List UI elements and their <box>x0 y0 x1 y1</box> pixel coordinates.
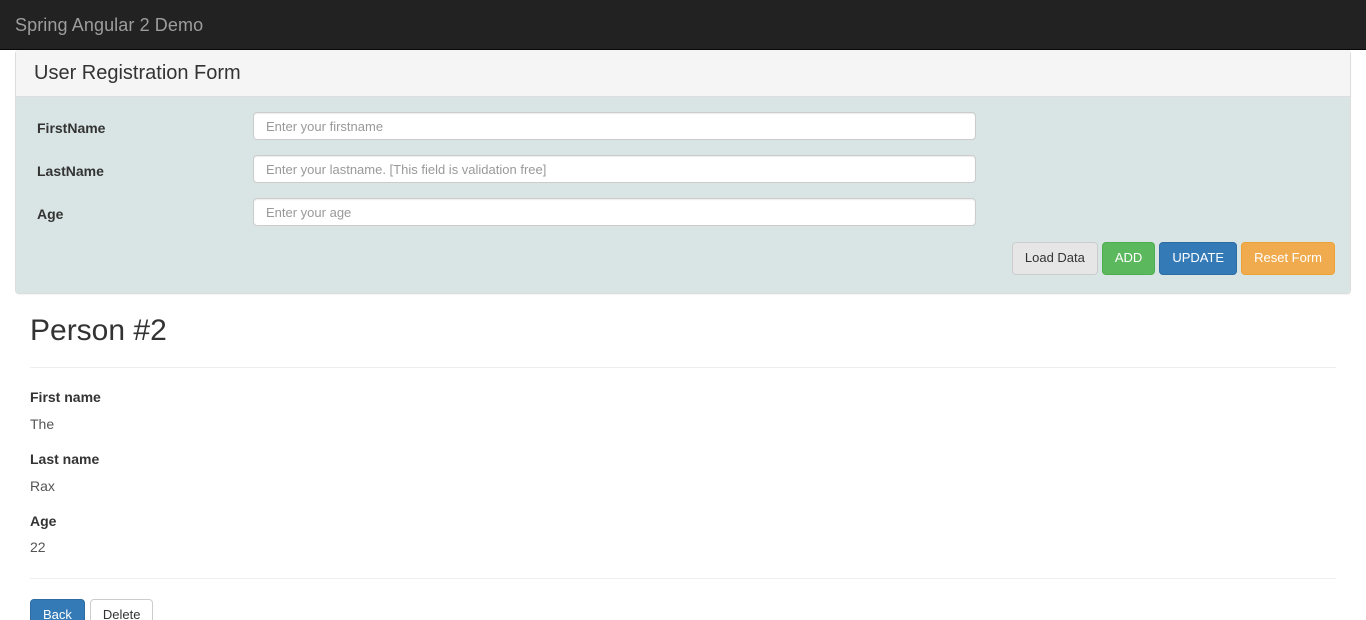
firstname-label: FirstName <box>31 112 253 139</box>
reset-form-button[interactable]: Reset Form <box>1241 242 1335 275</box>
firstname-input[interactable] <box>253 112 976 140</box>
delete-button[interactable]: Delete <box>90 599 154 620</box>
registration-form: FirstName LastName Age Load Data ADD UPD… <box>16 97 1350 293</box>
age-value: 22 <box>30 538 1336 558</box>
load-data-button[interactable]: Load Data <box>1012 242 1098 275</box>
back-button[interactable]: Back <box>30 599 85 620</box>
lastname-label: LastName <box>31 155 253 182</box>
lastname-input[interactable] <box>253 155 976 183</box>
user-registration-panel: User Registration Form FirstName LastNam… <box>15 50 1351 294</box>
age-label: Age <box>31 198 253 225</box>
form-button-toolbar: Load Data ADD UPDATE Reset Form <box>16 242 1350 275</box>
page-container: User Registration Form FirstName LastNam… <box>0 50 1366 620</box>
last-name-value: Rax <box>30 477 1336 497</box>
add-button[interactable]: ADD <box>1102 242 1155 275</box>
person-detail-list: First name The Last name Rax Age 22 <box>30 388 1336 559</box>
last-name-term: Last name <box>30 450 1336 470</box>
navbar-brand[interactable]: Spring Angular 2 Demo <box>0 15 203 35</box>
update-button[interactable]: UPDATE <box>1159 242 1237 275</box>
person-detail-section: Person #2 First name The Last name Rax A… <box>15 314 1351 620</box>
form-group-lastname: LastName <box>16 155 1350 183</box>
detail-actions: Back Delete <box>30 599 1336 620</box>
age-term: Age <box>30 512 1336 532</box>
person-heading: Person #2 <box>30 314 1336 347</box>
form-group-age: Age <box>16 198 1350 226</box>
age-input[interactable] <box>253 198 976 226</box>
page-title: User Registration Form <box>31 60 1335 86</box>
navbar: Spring Angular 2 Demo <box>0 0 1366 50</box>
first-name-term: First name <box>30 388 1336 408</box>
detail-divider-bottom <box>30 578 1336 579</box>
first-name-value: The <box>30 415 1336 435</box>
detail-divider-top <box>30 367 1336 368</box>
panel-heading: User Registration Form <box>16 50 1350 97</box>
form-group-firstname: FirstName <box>16 112 1350 140</box>
